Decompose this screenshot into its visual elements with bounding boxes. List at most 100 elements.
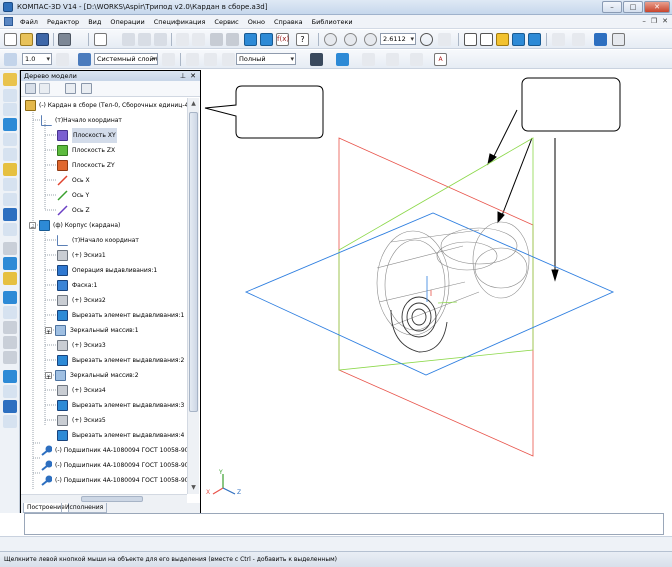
measure-icon[interactable] <box>612 33 625 46</box>
report-icon[interactable] <box>3 193 17 206</box>
drawing-mode-icon[interactable] <box>222 53 235 66</box>
property-panel[interactable] <box>24 513 664 535</box>
cut-icon[interactable] <box>122 33 135 46</box>
wireframe-icon[interactable] <box>464 33 477 46</box>
text-icon[interactable]: A <box>434 53 447 66</box>
hidden-lines-icon[interactable] <box>480 33 493 46</box>
redo-icon[interactable] <box>226 33 239 46</box>
spec-icon[interactable] <box>3 178 17 191</box>
manager-icon[interactable] <box>244 33 257 46</box>
text-style-icon[interactable] <box>410 53 423 66</box>
insert-icon[interactable] <box>3 272 17 285</box>
scroll-up-icon[interactable]: ▲ <box>189 99 198 109</box>
model-viewport[interactable]: Y X Z <box>201 70 672 513</box>
tree-view-icon[interactable] <box>25 83 36 94</box>
properties-icon[interactable] <box>176 33 189 46</box>
expand-icon[interactable]: + <box>45 327 52 336</box>
linestyle-icon[interactable] <box>386 53 399 66</box>
snap-icon[interactable] <box>572 33 585 46</box>
tree-vertical-scrollbar[interactable]: ▲ ▼ <box>187 98 199 494</box>
hscroll-thumb[interactable] <box>81 496 143 502</box>
layer-icon[interactable] <box>78 53 91 66</box>
view-orientation-icon[interactable] <box>310 53 323 66</box>
expand-icon[interactable]: + <box>45 372 52 381</box>
expand-icon[interactable]: − <box>29 222 36 231</box>
edit-assembly-icon[interactable] <box>3 73 17 86</box>
preview-icon[interactable] <box>94 33 107 46</box>
copy-icon[interactable] <box>138 33 151 46</box>
model-canvas[interactable]: Y X Z <box>201 70 672 513</box>
maximize-button[interactable]: □ <box>623 1 643 13</box>
check-icon[interactable] <box>594 33 607 46</box>
print-icon[interactable] <box>58 33 71 46</box>
standard-part-icon[interactable] <box>3 370 17 383</box>
scroll-thumb[interactable] <box>189 112 198 412</box>
housing-bore[interactable] <box>390 296 448 353</box>
shaded-edges-icon[interactable] <box>512 33 525 46</box>
menu-specification[interactable]: Спецификация <box>154 18 206 26</box>
step-combo[interactable]: 1.0 <box>22 53 52 65</box>
move-icon[interactable] <box>3 291 17 304</box>
panel-close-icon[interactable]: ✕ <box>190 71 196 81</box>
sheet-icon[interactable] <box>3 223 17 236</box>
measure-tool-icon[interactable] <box>3 148 17 161</box>
local-cs-icon[interactable] <box>186 53 199 66</box>
zoom-in-icon[interactable] <box>364 33 377 46</box>
array-icon[interactable] <box>3 321 17 334</box>
object-icon[interactable] <box>3 415 17 428</box>
doc-restore-button[interactable]: ❐ <box>651 17 657 25</box>
rotate-icon[interactable] <box>420 33 433 46</box>
library-icon[interactable] <box>260 33 273 46</box>
variables-icon[interactable]: f(x) <box>276 33 289 46</box>
pairing-icon[interactable] <box>3 133 17 146</box>
zoom-window-icon[interactable] <box>324 33 337 46</box>
display-style-combo[interactable]: Полный <box>236 53 296 65</box>
menu-view[interactable]: Вид <box>88 18 101 26</box>
structure-icon[interactable] <box>39 83 50 94</box>
format-icon[interactable] <box>192 33 205 46</box>
menu-window[interactable]: Окно <box>248 18 265 26</box>
help-pointer-icon[interactable]: ? <box>296 33 309 46</box>
spec-tree-icon[interactable] <box>65 83 76 94</box>
minimize-button[interactable]: – <box>602 1 622 13</box>
open-folder-icon[interactable] <box>20 33 33 46</box>
part-tool-icon[interactable] <box>3 242 17 255</box>
shaded-icon[interactable] <box>496 33 509 46</box>
relations-icon[interactable] <box>81 83 92 94</box>
save-icon[interactable] <box>36 33 49 46</box>
menu-help[interactable]: Справка <box>274 18 303 26</box>
filter-tool-icon[interactable] <box>3 163 17 176</box>
fastener-icon[interactable] <box>3 385 17 398</box>
sketch-icon[interactable] <box>336 53 349 66</box>
menu-edit[interactable]: Редактор <box>47 18 79 26</box>
tree-horizontal-scrollbar[interactable] <box>21 494 187 503</box>
perspective-icon[interactable] <box>528 33 541 46</box>
cursor-icon[interactable] <box>204 53 217 66</box>
undo-icon[interactable] <box>210 33 223 46</box>
orientation-icon[interactable] <box>438 33 451 46</box>
layer-combo[interactable]: Системный слой (0) <box>94 53 158 65</box>
paste-icon[interactable] <box>154 33 167 46</box>
curves-icon[interactable] <box>3 89 17 102</box>
plane-zx[interactable] <box>338 137 534 371</box>
collision-icon[interactable] <box>3 351 17 364</box>
aux-geometry-icon[interactable] <box>3 118 17 131</box>
menu-service[interactable]: Сервис <box>214 18 238 26</box>
zoom-combo[interactable]: 2.6112 <box>380 33 416 45</box>
filter-icon[interactable] <box>552 33 565 46</box>
section-icon[interactable] <box>362 53 375 66</box>
tab-versions[interactable]: Исполнения <box>61 503 108 513</box>
pin-icon[interactable]: ⊥ <box>180 71 186 81</box>
component-icon[interactable] <box>3 257 17 270</box>
housing-model[interactable] <box>376 221 530 336</box>
app-icon[interactable] <box>3 2 13 12</box>
close-button[interactable]: ✕ <box>644 1 670 13</box>
elements-icon[interactable] <box>3 208 17 221</box>
new-file-icon[interactable] <box>4 33 17 46</box>
menu-file[interactable]: Файл <box>20 18 38 26</box>
step-icon[interactable] <box>4 53 17 66</box>
surfaces-icon[interactable] <box>3 103 17 116</box>
mirror-icon[interactable] <box>3 336 17 349</box>
rotate-component-icon[interactable] <box>3 306 17 319</box>
zoom-out-icon[interactable] <box>344 33 357 46</box>
